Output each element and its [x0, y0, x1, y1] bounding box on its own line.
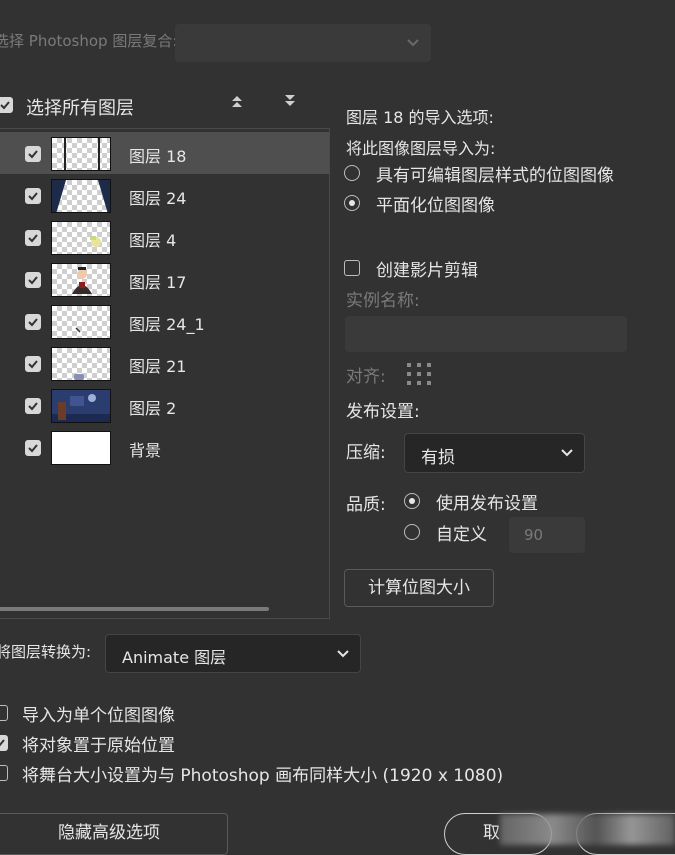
- create-clip-label: 创建影片剪辑: [376, 261, 478, 281]
- radio-editable-label: 具有可编辑图层样式的位图图像: [376, 166, 614, 186]
- original-position-checkbox[interactable]: [0, 735, 8, 751]
- layer-name: 图层 2: [129, 399, 177, 418]
- composite-label: 选择 Photoshop 图层复合:: [0, 32, 178, 50]
- align-grid-icon[interactable]: [406, 362, 432, 386]
- radio-editable-bitmap[interactable]: [344, 165, 360, 181]
- layer-name: 图层 17: [129, 273, 187, 292]
- layer-checkbox[interactable]: [25, 230, 41, 246]
- quality-input[interactable]: 90: [509, 517, 585, 553]
- layer-thumbnail: [51, 389, 111, 423]
- layer-row-2[interactable]: 图层 2: [0, 384, 329, 426]
- layer-row-21[interactable]: 图层 21: [0, 342, 329, 384]
- layer-thumbnail: [51, 263, 111, 297]
- check-icon: [28, 192, 38, 201]
- chevron-down-icon: [407, 39, 419, 47]
- check-icon: [28, 234, 38, 243]
- layer-row-18[interactable]: 图层 18: [0, 132, 329, 174]
- quality-label: 品质:: [346, 495, 386, 515]
- check-icon: [28, 402, 38, 411]
- layer-name: 背景: [129, 441, 162, 460]
- quality-custom-label: 自定义: [436, 525, 487, 545]
- radio-flatten-bitmap[interactable]: [344, 195, 360, 211]
- layer-checkbox[interactable]: [25, 146, 41, 162]
- check-icon: [28, 444, 38, 453]
- layer-thumbnail: [51, 347, 111, 381]
- single-bitmap-label: 导入为单个位图图像: [22, 706, 175, 726]
- blurred-region: [500, 814, 675, 845]
- layer-checkbox[interactable]: [25, 314, 41, 330]
- layer-row-17[interactable]: 图层 17: [0, 258, 329, 300]
- layer-name: 图层 24_1: [129, 315, 205, 334]
- expand-all-icon[interactable]: [282, 93, 298, 109]
- check-icon: [0, 101, 10, 110]
- stage-size-checkbox[interactable]: [0, 765, 8, 781]
- align-label: 对齐:: [346, 367, 386, 387]
- quality-publish-label: 使用发布设置: [436, 494, 538, 514]
- layer-thumbnail: [51, 431, 111, 465]
- quality-value: 90: [524, 526, 544, 544]
- layer-checkbox[interactable]: [25, 356, 41, 372]
- layer-thumbnail: [51, 179, 111, 213]
- layer-checkbox[interactable]: [25, 272, 41, 288]
- calculate-bitmap-size-button[interactable]: 计算位图大小: [344, 569, 494, 607]
- single-bitmap-checkbox[interactable]: [0, 705, 8, 721]
- hide-advanced-button[interactable]: 隐藏高级选项: [0, 813, 228, 855]
- chevron-down-icon: [561, 449, 573, 457]
- layer-checkbox[interactable]: [25, 440, 41, 456]
- layer-name: 图层 18: [129, 147, 187, 166]
- import-as-label: 将此图像图层导入为:: [346, 139, 496, 158]
- radio-quality-publish[interactable]: [404, 493, 420, 509]
- layer-row-4[interactable]: 图层 4: [0, 216, 329, 258]
- compression-label: 压缩:: [346, 443, 386, 463]
- create-clip-checkbox[interactable]: [344, 260, 360, 276]
- chevron-down-icon: [337, 649, 349, 657]
- stage-size-label: 将舞台大小设置为与 Photoshop 画布同样大小 (1920 x 1080): [22, 766, 504, 786]
- check-icon: [0, 739, 5, 747]
- instance-name-label: 实例名称:: [346, 291, 420, 311]
- layer-checkbox[interactable]: [25, 188, 41, 204]
- layer-thumbnail: [51, 221, 111, 255]
- publish-settings-label: 发布设置:: [346, 402, 420, 422]
- check-icon: [28, 276, 38, 285]
- check-icon: [28, 360, 38, 369]
- options-title: 图层 18 的导入选项:: [346, 108, 494, 127]
- layer-row-background[interactable]: 背景: [0, 426, 329, 468]
- collapse-all-icon[interactable]: [229, 93, 245, 109]
- layer-name: 图层 4: [129, 231, 177, 250]
- compression-dropdown[interactable]: 有损: [404, 433, 585, 473]
- radio-flatten-label: 平面化位图图像: [376, 196, 495, 216]
- layer-name: 图层 24: [129, 189, 187, 208]
- instance-name-input[interactable]: [345, 316, 627, 352]
- layer-name: 图层 21: [129, 357, 187, 376]
- select-all-label: 选择所有图层: [26, 98, 134, 119]
- radio-quality-custom[interactable]: [404, 524, 420, 540]
- select-all-checkbox[interactable]: [0, 97, 13, 113]
- original-position-label: 将对象置于原始位置: [22, 736, 175, 756]
- layer-row-24-1[interactable]: 图层 24_1: [0, 300, 329, 342]
- layer-checkbox[interactable]: [25, 398, 41, 414]
- layer-list: 图层 18 图层 24 图层 4 图层 17 图层 24_1 图层 21 图层 …: [0, 128, 330, 619]
- convert-value: Animate 图层: [122, 648, 227, 667]
- convert-label: 将图层转换为:: [0, 643, 92, 661]
- check-icon: [28, 318, 38, 327]
- check-icon: [28, 150, 38, 159]
- layer-row-24[interactable]: 图层 24: [0, 174, 329, 216]
- layer-thumbnail: [51, 137, 111, 171]
- horizontal-scrollbar[interactable]: [0, 607, 269, 611]
- layer-thumbnail: [51, 305, 111, 339]
- convert-dropdown[interactable]: Animate 图层: [105, 634, 361, 673]
- compression-value: 有损: [421, 448, 455, 468]
- composite-dropdown[interactable]: [175, 24, 431, 62]
